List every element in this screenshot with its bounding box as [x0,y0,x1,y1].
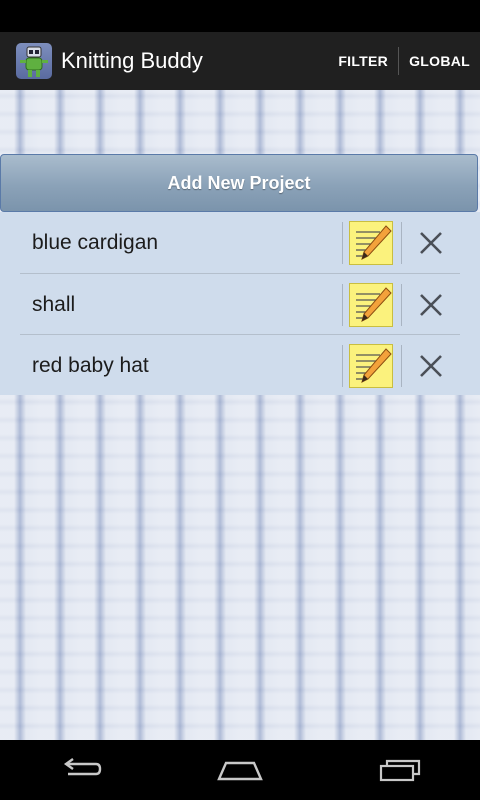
row-divider [342,344,343,387]
project-name[interactable]: blue cardigan [32,231,342,255]
project-name[interactable]: shall [32,293,342,317]
project-row[interactable]: shall [20,274,460,335]
screen: Knitting Buddy FILTER GLOBAL Add New Pro… [0,0,480,800]
row-divider [342,283,343,326]
close-icon[interactable] [402,337,460,395]
recents-icon[interactable] [360,740,440,800]
project-row[interactable]: red baby hat [20,335,460,396]
home-icon[interactable] [200,740,280,800]
notepad-pencil-icon[interactable] [349,220,393,265]
add-new-project-button[interactable]: Add New Project [0,154,478,212]
notepad-pencil-icon[interactable] [349,282,393,327]
close-icon[interactable] [402,276,460,334]
app-title: Knitting Buddy [61,48,203,73]
action-bar: Knitting Buddy FILTER GLOBAL [0,32,480,90]
knitting-robot-icon[interactable] [16,43,52,79]
back-icon[interactable] [40,740,120,800]
project-name[interactable]: red baby hat [32,354,342,378]
navigation-bar [0,740,480,800]
notepad-pencil-icon[interactable] [349,343,393,388]
filter-button[interactable]: FILTER [328,32,398,90]
content-area: Add New Project blue cardigan shall red … [0,90,480,740]
project-list: blue cardigan shall red baby hat [0,212,480,395]
row-divider [342,221,343,264]
project-row[interactable]: blue cardigan [20,212,460,273]
close-icon[interactable] [402,214,460,272]
global-button[interactable]: GLOBAL [399,32,480,90]
status-bar [0,0,480,32]
